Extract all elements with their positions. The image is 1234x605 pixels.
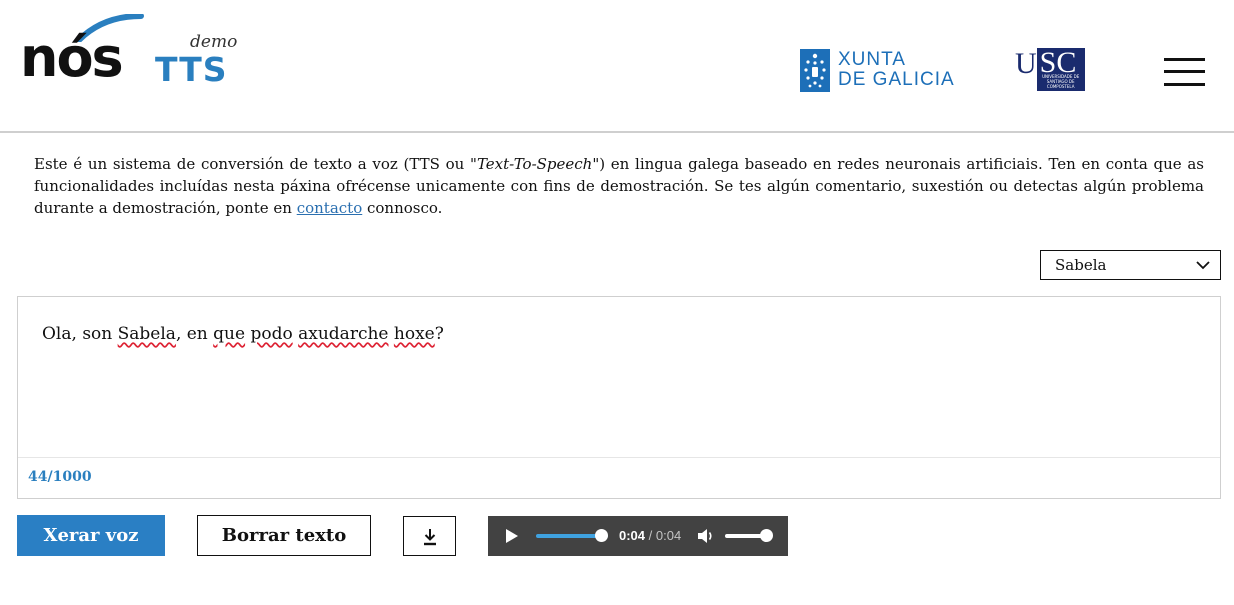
usc-logo-u: U [1015,47,1037,80]
seek-slider-thumb[interactable] [595,529,608,542]
text-input-area[interactable]: Ola, son Sabela, en que podo axudarche h… [17,296,1221,499]
download-icon [424,529,436,546]
xunta-logo-text: XUNTA DE GALICIA [838,50,955,90]
download-button[interactable] [403,516,456,556]
xunta-line-2: DE GALICIA [838,69,955,90]
volume-slider-thumb[interactable] [760,529,773,542]
text-fragment: ? [434,324,444,344]
misspelled-word: podo [250,324,293,344]
voice-select-value: Sabela [1055,256,1107,274]
chevron-down-icon [1196,261,1210,270]
misspelled-word: axudarche [298,324,389,344]
usc-logo-box: SC UNIVERSIDADE DE SANTIAGO DE COMPOSTEL… [1036,46,1085,91]
hamburger-menu-icon[interactable] [1164,56,1206,88]
usc-logo[interactable]: U SC UNIVERSIDADE DE SANTIAGO DE COMPOST… [1015,46,1085,91]
xunta-de-galicia-logo[interactable]: XUNTA DE GALICIA [800,48,955,92]
logo-tts-text: TTS [155,50,228,89]
intro-text-part1: Este é un sistema de conversión de texto… [34,155,477,173]
current-time: 0:04 [619,528,646,543]
character-counter: 44/1000 [28,469,92,485]
intro-text-italic: Text-To-Speech [476,155,593,173]
play-icon[interactable] [505,528,519,544]
clear-text-button[interactable]: Borrar texto [197,515,371,556]
audio-player: 0:04 / 0:04 [488,516,788,556]
time-display: 0:04 / 0:04 [619,528,681,543]
text-input-footer: 44/1000 [18,457,1220,498]
site-header: nós demo TTS XUNTA DE GALICIA U SC UNIVE… [0,0,1234,133]
intro-text-part3: connosco. [362,199,443,217]
text-fragment: Ola, son [42,324,118,344]
duration-time: 0:04 [655,528,682,543]
time-separator: / [645,528,656,543]
logo-demo-text: demo [190,32,238,52]
intro-description: Este é un sistema de conversión de texto… [34,153,1204,219]
usc-logo-subtitle: UNIVERSIDADE DE SANTIAGO DE COMPOSTELA [1042,74,1080,89]
misspelled-word: hoxe [393,324,435,344]
logo-nos-text: nós [20,26,124,89]
contact-link[interactable]: contacto [297,199,363,217]
text-input-content[interactable]: Ola, son Sabela, en que podo axudarche h… [42,324,444,344]
xunta-line-1: XUNTA [838,49,906,70]
misspelled-word: que [213,324,246,344]
voice-select[interactable]: Sabela [1040,250,1221,280]
xunta-emblem-icon [800,48,830,92]
generate-voice-button[interactable]: Xerar voz [17,515,165,556]
text-fragment: , en [175,324,214,344]
volume-icon[interactable] [697,527,715,545]
misspelled-word: Sabela [117,324,176,344]
nos-tts-logo[interactable]: nós demo TTS [20,12,240,92]
